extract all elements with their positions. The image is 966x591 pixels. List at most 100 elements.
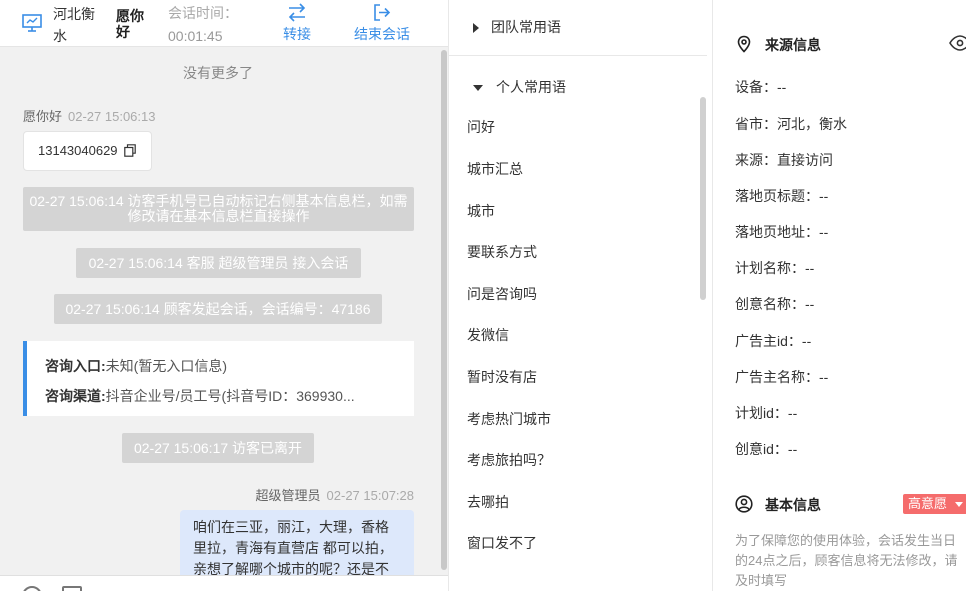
phrase-item[interactable]: 城市汇总 [467, 159, 523, 179]
field-value: 直接访问 [777, 152, 833, 168]
consult-entry-value: 未知(暂无入口信息) [105, 358, 227, 374]
field-label: 计划名称： [735, 260, 805, 276]
end-session-label: 结束会话 [354, 26, 410, 42]
field-value: -- [787, 441, 798, 457]
field-label: 落地页地址： [735, 224, 819, 240]
source-info-title: 来源信息 [735, 35, 821, 55]
transfer-icon [288, 3, 306, 22]
phrase-item[interactable]: 去哪拍 [467, 492, 509, 512]
end-session-button[interactable]: 结束会话 [350, 2, 414, 44]
visitor-message-meta: 愿你好 02-27 15:06:13 [23, 106, 155, 125]
field-label: 落地页标题： [735, 188, 819, 204]
field-label: 省市： [735, 116, 777, 132]
intent-level-label: 高意愿 [908, 496, 948, 511]
field-label: 来源： [735, 152, 777, 168]
caret-down-icon [955, 502, 963, 507]
field-value: -- [801, 333, 812, 349]
system-message: 02-27 15:06:14 顾客发起会话，会话编号：47186 [54, 294, 382, 324]
phrase-item[interactable]: 窗口发不了 [467, 533, 537, 553]
personal-phrases-group[interactable]: 个人常用语 [473, 77, 566, 97]
field-value: -- [819, 224, 829, 240]
system-message: 02-27 15:06:17 访客已离开 [122, 433, 314, 463]
chat-panel: 河北衡水 愿你好 会话时间： 00:01:45 转接 结束会话 没有更多了 愿你… [0, 0, 448, 591]
visitor-phone: 13143040629 [38, 143, 118, 158]
phrase-item[interactable]: 问是咨询吗 [467, 284, 537, 304]
emoji-icon[interactable] [22, 586, 42, 591]
divider [449, 55, 707, 56]
consult-channel-value: 抖音企业号/员工号(抖音号ID：369930... [105, 388, 355, 404]
visitor-message-sender: 愿你好 [23, 109, 63, 124]
phrase-item[interactable]: 问好 [467, 117, 495, 137]
field-value: -- [787, 405, 798, 421]
transfer-label: 转接 [283, 26, 311, 42]
field-creative-name: 创意名称：-- [735, 294, 814, 314]
consult-entry-label: 咨询入口: [45, 358, 106, 374]
personal-phrases-label: 个人常用语 [496, 79, 566, 95]
visitor-name: 愿你好 [116, 8, 144, 40]
consult-channel-label: 咨询渠道: [45, 388, 106, 404]
no-more-text: 没有更多了 [183, 65, 253, 81]
field-creative-id: 创意id：-- [735, 439, 797, 459]
field-plan-name: 计划名称：-- [735, 258, 814, 278]
monitor-icon [22, 14, 42, 32]
agent-message-time: 02-27 15:07:28 [326, 488, 414, 503]
phrase-item[interactable]: 要联系方式 [467, 242, 537, 262]
intent-level-dropdown[interactable]: 高意愿 [903, 494, 966, 514]
field-value: -- [777, 79, 787, 95]
phrase-item[interactable]: 发微信 [467, 325, 509, 345]
session-time: 00:01:45 [168, 28, 223, 44]
visitor-message-time: 02-27 15:06:13 [68, 109, 156, 124]
field-label: 广告主名称： [735, 369, 819, 385]
field-value: 河北，衡水 [777, 116, 847, 132]
field-source: 来源：直接访问 [735, 150, 833, 170]
phrase-item[interactable]: 考虑旅拍吗？ [467, 450, 551, 470]
visitor-phone-bubble: 13143040629 [23, 131, 152, 171]
field-landing-url: 落地页地址：-- [735, 222, 828, 242]
eye-icon[interactable] [949, 34, 966, 52]
team-phrases-label: 团队常用语 [491, 19, 561, 35]
phrases-panel: 团队常用语 个人常用语 问好 城市汇总 城市 要联系方式 问是咨询吗 发微信 暂… [448, 0, 712, 591]
field-advertiser-name: 广告主名称：-- [735, 367, 828, 387]
field-label: 创意id： [735, 441, 788, 457]
system-message: 02-27 15:06:14 访客手机号已自动标记右侧基本信息栏，如需修改请在基… [23, 187, 414, 231]
chat-input-toolbar [0, 575, 448, 591]
field-landing-title: 落地页标题：-- [735, 186, 828, 206]
field-label: 广告主id： [735, 333, 802, 349]
chat-messages[interactable]: 没有更多了 愿你好 02-27 15:06:13 13143040629 02-2… [0, 48, 448, 575]
team-phrases-group[interactable]: 团队常用语 [473, 17, 561, 37]
field-value: -- [805, 260, 815, 276]
exit-icon [374, 4, 391, 21]
location-pin-icon [737, 35, 751, 53]
caret-right-icon [473, 23, 479, 34]
basic-info-label: 基本信息 [765, 497, 821, 513]
phrases-scrollbar[interactable] [700, 97, 706, 300]
field-label: 设备： [735, 79, 777, 95]
field-region: 省市：河北，衡水 [735, 114, 847, 134]
consult-entry-row: 咨询入口:未知(暂无入口信息) [45, 351, 411, 381]
info-panel: 来源信息 设备：-- 省市：河北，衡水 来源：直接访问 落地页标题：-- 落地页… [712, 0, 966, 591]
session-time-label: 会话时间： [168, 5, 238, 21]
chat-header: 河北衡水 愿你好 会话时间： 00:01:45 转接 结束会话 [0, 0, 448, 47]
consult-channel-row: 咨询渠道:抖音企业号/员工号(抖音号ID：369930... [45, 381, 411, 411]
field-device: 设备：-- [735, 77, 786, 97]
agent-message-bubble: 咱们在三亚，丽江，大理，香格里拉，青海有直营店 都可以拍，亲想了解哪个城市的呢？… [180, 510, 414, 575]
image-icon[interactable] [62, 586, 82, 591]
field-value: -- [819, 188, 829, 204]
agent-message-meta: 超级管理员 02-27 15:07:28 [256, 485, 414, 504]
chat-scrollbar[interactable] [441, 50, 447, 570]
field-label: 计划id： [735, 405, 788, 421]
transfer-button[interactable]: 转接 [280, 2, 314, 44]
system-message: 02-27 15:06:14 客服 超级管理员 接入会话 [76, 248, 361, 278]
agent-message-sender: 超级管理员 [255, 488, 321, 503]
field-plan-id: 计划id：-- [735, 403, 797, 423]
copy-icon[interactable] [124, 144, 136, 157]
user-circle-icon [735, 495, 753, 513]
field-advertiser-id: 广告主id：-- [735, 331, 811, 351]
source-info-label: 来源信息 [765, 37, 821, 53]
basic-info-title: 基本信息 [735, 495, 821, 515]
phrase-item[interactable]: 城市 [467, 201, 495, 221]
visitor-location: 河北衡水 [53, 6, 95, 44]
caret-down-icon [473, 85, 483, 92]
phrase-item[interactable]: 暂时没有店 [467, 367, 537, 387]
phrase-item[interactable]: 考虑热门城市 [467, 409, 551, 429]
